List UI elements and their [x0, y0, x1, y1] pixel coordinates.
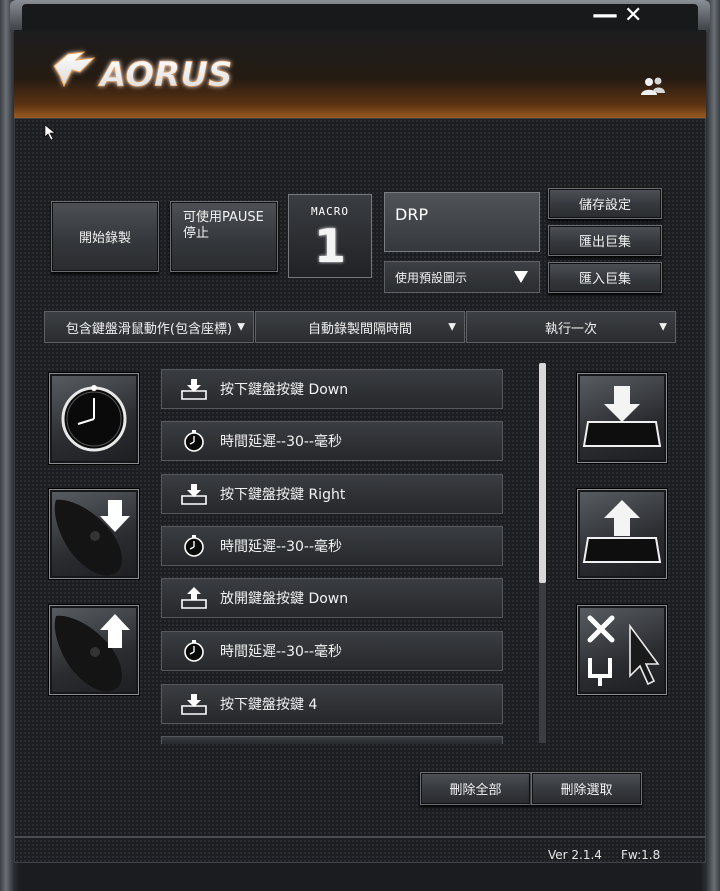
start-record-button[interactable]: 開始錄製: [51, 201, 159, 272]
macro-name-value: DRP: [395, 205, 429, 224]
macro-slot-number: 1: [313, 219, 346, 273]
dropdown-arrow-icon: [514, 271, 528, 283]
macro-list-item-text: 時間延遲--30--毫秒: [220, 644, 343, 660]
macro-list-item[interactable]: 按下鍵盤按鍵 Down: [161, 369, 503, 409]
start-record-label: 開始錄製: [78, 231, 131, 246]
macro-list-item-text: 時間延遲--30--毫秒: [220, 539, 343, 555]
delay-mode-value: 自動錄製間隔時間: [307, 321, 412, 337]
macro-name-field[interactable]: DRP: [384, 192, 540, 252]
minimize-button[interactable]: —: [592, 2, 618, 28]
insert-key-up-button[interactable]: [577, 489, 667, 579]
icon-select-label: 使用預設圖示: [395, 270, 468, 285]
import-macro-button[interactable]: 匯入巨集: [548, 262, 662, 293]
macro-list-item-text: 放開鍵盤按鍵 Down: [220, 591, 349, 607]
user-profile-icon[interactable]: [640, 76, 666, 96]
key-press-down-icon: [582, 386, 662, 447]
delay-mode-dropdown[interactable]: 自動錄製間隔時間 ▼: [255, 311, 465, 343]
save-settings-button[interactable]: 儲存設定: [548, 188, 662, 219]
key-release-up-icon: [582, 500, 662, 563]
mouse-move-xy-icon: [587, 615, 660, 686]
record-mode-dropdown[interactable]: 包含鍵盤滑鼠動作(包含座標) ▼: [44, 311, 254, 343]
macro-list-item[interactable]: 時間延遲--30--毫秒: [161, 421, 503, 461]
list-scrollbar-thumb[interactable]: [539, 363, 546, 583]
key-up-icon: [176, 587, 212, 609]
svg-text:AORUS: AORUS: [97, 55, 232, 95]
delete-selected-button[interactable]: 刪除選取: [531, 772, 642, 805]
macro-list-item[interactable]: 按下鍵盤按鍵 4: [161, 684, 503, 724]
macro-list-item[interactable]: 時間延遲--30--毫秒: [161, 526, 503, 566]
macro-list-item-text: 時間延遲--30--毫秒: [220, 434, 343, 450]
macro-slot-label: MACRO: [310, 205, 350, 218]
save-settings-label: 儲存設定: [578, 198, 631, 213]
insert-mouse-down-button[interactable]: [49, 489, 139, 579]
chevron-down-icon: ▼: [237, 321, 245, 333]
timer-icon: [176, 534, 212, 558]
delete-all-button[interactable]: 刪除全部: [420, 772, 531, 805]
key-down-icon: [176, 483, 212, 505]
key-down-icon: [176, 378, 212, 400]
macro-list-item-partial[interactable]: [161, 736, 503, 744]
icon-select-dropdown[interactable]: 使用預設圖示: [384, 261, 540, 293]
insert-mouse-up-button[interactable]: [49, 605, 139, 695]
export-macro-button[interactable]: 匯出巨集: [548, 225, 662, 256]
mouse-button-up-icon: [54, 614, 130, 692]
pause-record-label: 可使用PAUSE 停止: [183, 210, 264, 241]
clock-icon: [61, 385, 127, 452]
insert-mouse-move-button[interactable]: [577, 605, 667, 695]
delete-selected-label: 刪除選取: [560, 783, 613, 798]
timer-icon: [176, 639, 212, 663]
delete-all-label: 刪除全部: [449, 783, 502, 798]
macro-list-item-text: 按下鍵盤按鍵 4: [220, 697, 318, 713]
macro-list-item-text: 按下鍵盤按鍵 Down: [220, 382, 349, 398]
run-mode-value: 執行一次: [544, 321, 597, 337]
export-macro-label: 匯出巨集: [578, 235, 631, 250]
key-down-icon: [176, 693, 212, 715]
macro-list-item[interactable]: 時間延遲--30--毫秒: [161, 631, 503, 671]
mouse-button-down-icon: [54, 499, 130, 576]
mouse-cursor-icon: [44, 124, 56, 141]
pause-record-button[interactable]: 可使用PAUSE 停止: [170, 201, 278, 272]
macro-list-item-text: 按下鍵盤按鍵 Right: [220, 487, 346, 503]
insert-delay-button[interactable]: [49, 373, 139, 464]
footer-divider: [14, 836, 706, 838]
chevron-down-icon: ▼: [448, 321, 456, 333]
aorus-logo: AORUS: [53, 51, 233, 95]
timer-icon: [176, 429, 212, 453]
macro-slot-display: MACRO 1: [288, 194, 372, 278]
macro-list-item[interactable]: 放開鍵盤按鍵 Down: [161, 578, 503, 618]
macro-list-item[interactable]: 按下鍵盤按鍵 Right: [161, 474, 503, 514]
import-macro-label: 匯入巨集: [578, 272, 631, 287]
insert-key-down-button[interactable]: [577, 373, 667, 463]
chevron-down-icon: ▼: [659, 321, 667, 333]
close-button[interactable]: ✕: [624, 3, 642, 29]
version-text: Ver 2.1.4 Fw:1.8: [548, 848, 661, 862]
record-mode-value: 包含鍵盤滑鼠動作(包含座標): [65, 321, 233, 337]
run-mode-dropdown[interactable]: 執行一次 ▼: [466, 311, 676, 343]
